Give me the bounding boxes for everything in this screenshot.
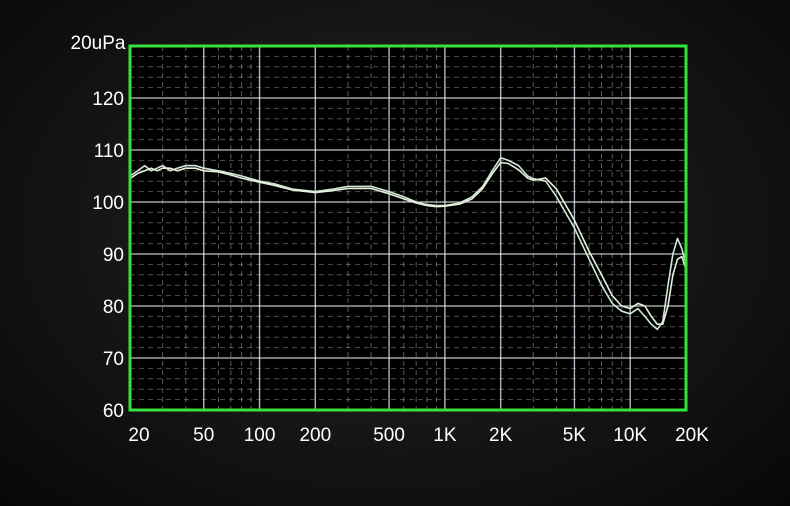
x-tick-label: 20K [675,425,709,446]
y-tick-label: 110 [94,141,124,162]
y-tick-label: 60 [103,401,124,422]
chart-figure: 60 70 80 90 100 110 120 20 50 100 200 500 1K 2K 5K 10K 2… [0,0,790,506]
y-tick-label: 80 [103,297,124,318]
x-tick-label: 2K [489,425,513,446]
x-tick-label: 20 [128,425,149,446]
plot-background [130,46,686,410]
frequency-response-chart: 60 70 80 90 100 110 120 20 50 100 200 500 1K 2K 5K 10K 2… [71,33,710,446]
x-tick-label: 200 [299,425,331,446]
x-tick-label: 10K [613,425,647,446]
x-tick-label: 100 [244,425,276,446]
x-tick-label: 1K [433,425,457,446]
y-tick-label: 100 [92,193,124,214]
y-tick-label: 90 [103,245,124,266]
x-tick-label: 5K [563,425,587,446]
y-tick-label: 70 [103,349,124,370]
y-axis-unit-label: 20uPa [71,33,126,54]
y-tick-label: 120 [92,89,124,110]
x-tick-label: 500 [373,425,405,446]
x-tick-label: 50 [193,425,214,446]
